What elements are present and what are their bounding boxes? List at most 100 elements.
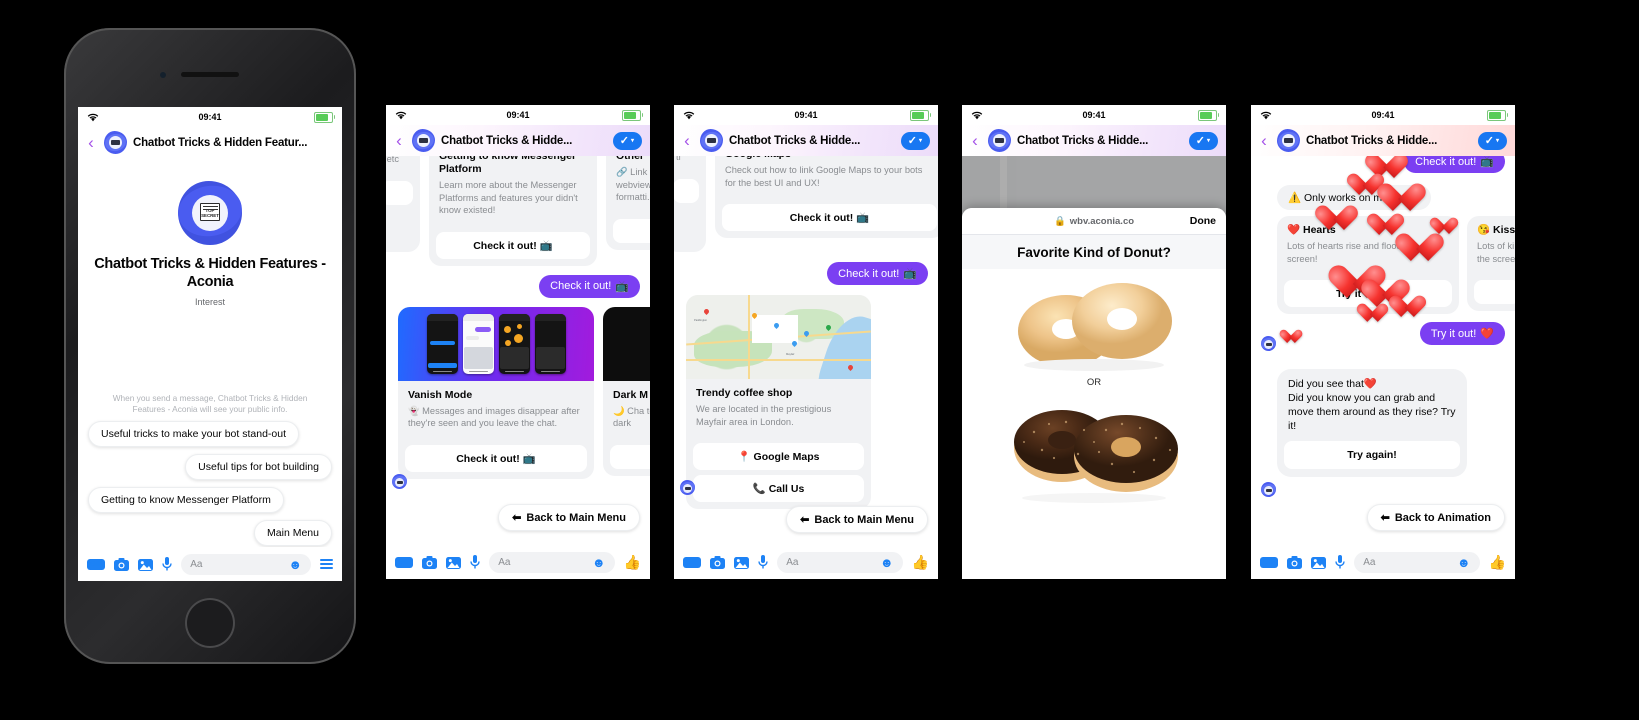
call-us-button[interactable]: 📞 Call Us	[693, 475, 864, 502]
avatar[interactable]	[411, 129, 436, 152]
card-google-maps[interactable]: Google Maps Check out how to link Google…	[715, 156, 938, 238]
phone2-composer: GIF Aa ☻ 👍	[386, 545, 650, 579]
avatar[interactable]	[1276, 129, 1301, 152]
quick-reply-2[interactable]: Getting to know Messenger Platform	[88, 487, 284, 513]
back-icon[interactable]: ‹	[84, 134, 98, 151]
card-button[interactable]: Check it out! 📺	[722, 204, 937, 231]
back-to-animation-button[interactable]: ⬅ Back to Animation	[1366, 504, 1505, 531]
webview-done-button[interactable]: Done	[1190, 215, 1216, 227]
verified-badge[interactable]: ✓ ▾	[1477, 131, 1507, 150]
avatar[interactable]	[987, 129, 1012, 152]
sent-bubble-check-it-out[interactable]: Check it out! 📺	[827, 262, 928, 285]
card-button-label: Check it out!	[789, 212, 854, 224]
gif-icon[interactable]: GIF	[683, 556, 702, 568]
camera-icon[interactable]	[1287, 555, 1303, 569]
try-again-button[interactable]: Try again!	[1284, 441, 1460, 469]
microphone-icon[interactable]	[162, 557, 172, 571]
card-getting-to-know[interactable]: Getting to know Messenger Platform Learn…	[429, 156, 597, 266]
message-input[interactable]: Aa ☻	[777, 551, 903, 573]
card-button[interactable]: Check it out! 📺	[405, 444, 587, 472]
card-button[interactable]: Check it out! 📺	[436, 231, 590, 259]
card-hearts[interactable]: ❤️ Hearts Lots of hearts rise and flood …	[1277, 216, 1459, 314]
phone1-composer: GIF Aa ☻	[78, 547, 342, 581]
photo-icon[interactable]	[1311, 556, 1327, 569]
avatar[interactable]	[699, 129, 724, 152]
back-to-main-menu-button[interactable]: ⬅ Back to Main Menu	[786, 506, 928, 533]
card-other[interactable]: Other 🔗 Link webview formatti...	[606, 156, 650, 250]
status-time: 09:41	[198, 112, 222, 122]
dark-mode-image	[603, 306, 650, 381]
warning-text: ⚠️ Only works on mobile 📱	[1288, 192, 1421, 204]
google-maps-button[interactable]: 📍 Google Maps	[693, 443, 864, 470]
photo-icon[interactable]	[734, 556, 750, 569]
back-button-label: Back to Animation	[1394, 511, 1491, 524]
message-placeholder: Aa	[498, 556, 511, 568]
back-icon[interactable]: ‹	[392, 132, 406, 149]
mobile-only-warning: ⚠️ Only works on mobile 📱	[1277, 185, 1432, 210]
play-icon: 📺	[856, 212, 870, 224]
card-dark-mode[interactable]: Dark M 🌙 Cha to dark	[603, 306, 650, 476]
quick-reply-3[interactable]: Main Menu	[254, 520, 332, 546]
message-placeholder: Aa	[190, 558, 203, 570]
sent-bubble-check-it-out[interactable]: Check it out! 📺	[1404, 156, 1505, 173]
message-input[interactable]: Aa ☻	[489, 551, 615, 573]
photo-icon[interactable]	[446, 556, 462, 569]
gif-icon[interactable]: GIF	[1260, 556, 1279, 568]
microphone-icon[interactable]	[1335, 555, 1345, 569]
card-kiss[interactable]: 😘 Kiss Lots of ki the scree	[1467, 216, 1515, 311]
bot-avatar-mini	[679, 480, 696, 495]
back-to-main-menu-button[interactable]: ⬅ Back to Main Menu	[498, 504, 640, 531]
gif-icon[interactable]: GIF	[87, 558, 106, 570]
home-button[interactable]	[185, 598, 235, 648]
thumbsup-icon[interactable]: 👍	[912, 554, 929, 571]
menu-icon[interactable]	[320, 558, 333, 570]
gif-icon[interactable]: GIF	[395, 556, 414, 568]
phone5-chat: Check it out! 📺 ⚠️ Only works on mobile 📱…	[1251, 156, 1515, 545]
phone3-composer: GIF Aa ☻ 👍	[674, 545, 938, 579]
card-title: ❤️ Hearts	[1287, 224, 1336, 236]
phone4-screen: 09:41 ‹ Chatbot Tricks & Hidde... ✓ ▾ 🔒 w…	[962, 105, 1226, 579]
message-input[interactable]: Aa ☻	[1354, 551, 1480, 573]
chocolate-donuts-image[interactable]	[994, 394, 1194, 504]
back-icon[interactable]: ‹	[968, 132, 982, 149]
camera-icon[interactable]	[114, 557, 130, 571]
card-button[interactable]: Try it out! ❤️	[1284, 280, 1452, 307]
emoji-icon[interactable]: ☻	[1457, 555, 1471, 570]
glazed-donuts-image[interactable]	[994, 275, 1194, 371]
try-it-out-bubble[interactable]: Try it out! ❤️	[1419, 322, 1505, 345]
phone2-nav-bar: ‹ Chatbot Tricks & Hidde... ✓ ▾	[386, 125, 650, 159]
google-maps-label: Google Maps	[753, 451, 820, 463]
verified-badge[interactable]: ✓ ▾	[900, 131, 930, 150]
back-icon[interactable]: ‹	[1257, 132, 1271, 149]
emoji-icon[interactable]: ☻	[880, 555, 894, 570]
microphone-icon[interactable]	[758, 555, 768, 569]
emoji-icon[interactable]: ☻	[592, 555, 606, 570]
camera-icon[interactable]	[422, 555, 438, 569]
sent-bubble-check-it-out[interactable]: Check it out! 📺	[539, 274, 640, 298]
verified-badge[interactable]: ✓ ▾	[612, 131, 642, 150]
emoji-icon[interactable]: ☻	[288, 557, 302, 572]
nav-title: Chatbot Tricks & Hidde...	[1306, 134, 1438, 147]
avatar[interactable]	[103, 131, 128, 154]
phone3-chat: ti Google Maps Check out how to link Goo…	[674, 156, 938, 545]
battery-icon	[1198, 109, 1219, 121]
top-secret-doc-icon: TOP SECRET	[200, 203, 220, 221]
quick-reply-list: Useful tricks to make your bot stand-out…	[78, 415, 342, 546]
thumbsup-icon[interactable]: 👍	[1489, 554, 1506, 571]
quick-reply-1[interactable]: Useful tips for bot building	[185, 454, 332, 480]
card-vanish-mode[interactable]: Vanish Mode 👻 Messages and images disapp…	[398, 306, 594, 479]
message-input[interactable]: Aa ☻	[181, 553, 311, 575]
verified-badge[interactable]: ✓ ▾	[1188, 131, 1218, 150]
camera-icon[interactable]	[710, 555, 726, 569]
photo-icon[interactable]	[138, 558, 154, 571]
back-icon[interactable]: ‹	[680, 132, 694, 149]
bot-avatar-mini	[391, 474, 408, 489]
bot-message-line: Did you see that❤️ Did you know you can …	[1288, 378, 1456, 432]
status-bar: 09:41	[674, 105, 938, 125]
play-icon: 📺	[1480, 156, 1494, 168]
thumbsup-icon[interactable]: 👍	[624, 554, 641, 571]
quick-reply-0[interactable]: Useful tricks to make your bot stand-out	[88, 421, 299, 447]
message-placeholder: Aa	[786, 556, 799, 568]
card-trendy-coffee-shop[interactable]: Paddington Mayfair Trendy coffee shop We…	[686, 295, 871, 509]
microphone-icon[interactable]	[470, 555, 480, 569]
